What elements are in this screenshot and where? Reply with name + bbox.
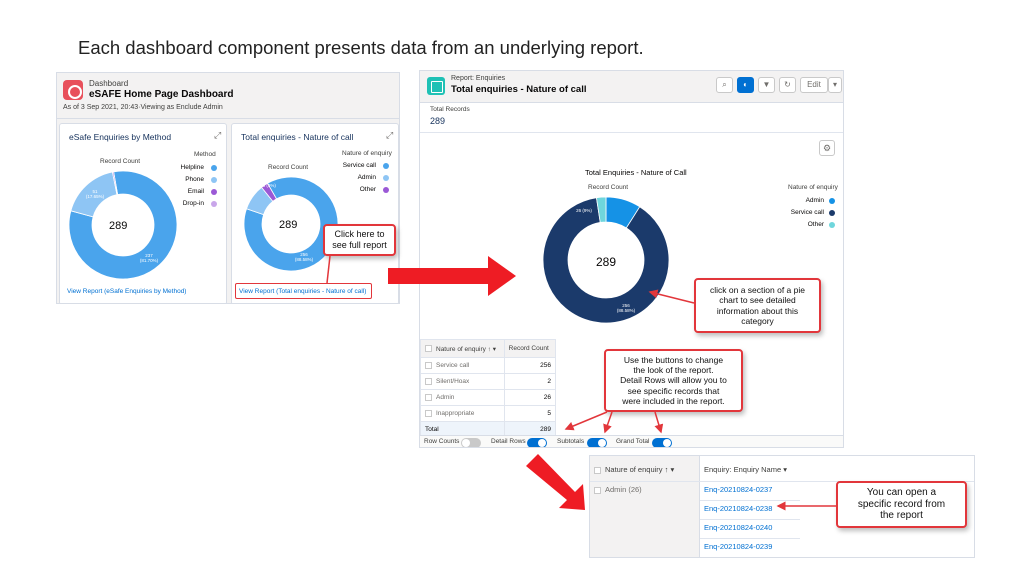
block-arrow-down-right (526, 454, 585, 510)
connector-line (648, 289, 695, 304)
connector-line (326, 255, 331, 284)
block-arrow-right (388, 256, 516, 296)
connector-line (603, 411, 613, 434)
annotation-overlay (326, 255, 836, 511)
connector-line (654, 411, 664, 434)
connector-line (564, 411, 608, 431)
